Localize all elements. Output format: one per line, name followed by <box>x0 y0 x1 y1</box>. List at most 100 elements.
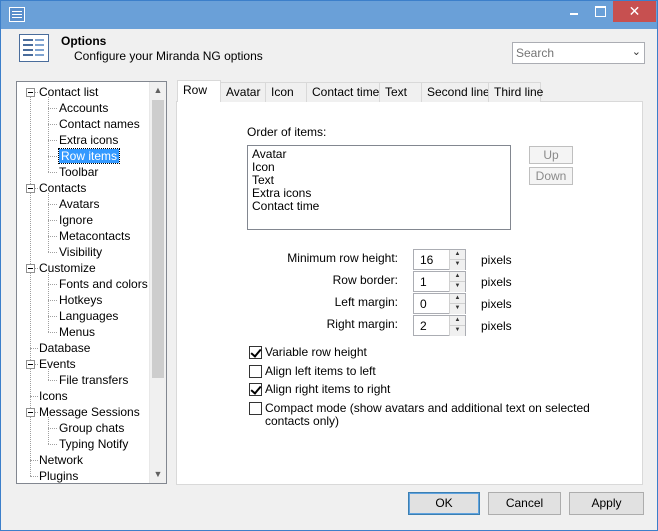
tree-item-icons[interactable]: Icons <box>39 388 68 404</box>
order-of-items-list[interactable]: Avatar Icon Text Extra icons Contact time <box>247 145 511 230</box>
tree-item-group-chats[interactable]: Group chats <box>59 420 124 436</box>
maximize-icon[interactable] <box>587 1 613 22</box>
tab-text[interactable]: Text <box>379 82 422 102</box>
close-icon[interactable]: ✕ <box>613 1 656 22</box>
spin-down-icon[interactable]: ▼ <box>449 326 465 336</box>
tree-item-menus[interactable]: Menus <box>59 324 95 340</box>
spin-value[interactable]: 1 <box>420 275 427 289</box>
minimize-icon[interactable] <box>561 1 587 22</box>
tree-item-languages[interactable]: Languages <box>59 308 118 324</box>
align-right-checkbox[interactable] <box>249 383 262 396</box>
tab-second-line[interactable]: Second line <box>421 82 490 102</box>
compact-mode-checkbox[interactable] <box>249 402 262 415</box>
checkbox-label[interactable]: Align right items to right <box>265 382 390 396</box>
tree-item-label: Network <box>39 453 84 467</box>
tab-contact-time[interactable]: Contact time <box>306 82 380 102</box>
app-icon[interactable] <box>9 7 25 22</box>
number-spinbox[interactable]: 1 ▲ ▼ <box>413 271 466 292</box>
tree-item-fonts-and-colors[interactable]: Fonts and colors <box>59 276 148 292</box>
spin-down-icon[interactable]: ▼ <box>449 282 465 292</box>
header: Options Configure your Miranda NG option… <box>1 29 657 69</box>
spin-down-icon[interactable]: ▼ <box>449 304 465 314</box>
spin-value[interactable]: 0 <box>420 297 427 311</box>
down-button[interactable]: Down <box>529 167 573 185</box>
tree-item-row-items[interactable]: Row items <box>57 148 121 164</box>
variable-row-height-checkbox[interactable] <box>249 346 262 359</box>
tab-third-line[interactable]: Third line <box>488 82 543 102</box>
tree-guide-line <box>30 476 38 477</box>
tree-item-network[interactable]: Network <box>39 452 83 468</box>
ok-button[interactable]: OK <box>408 492 480 515</box>
field-label: Row border: <box>332 273 398 287</box>
tree-guide-line <box>48 124 57 125</box>
tree-item-accounts[interactable]: Accounts <box>59 100 108 116</box>
scroll-down-icon[interactable]: ▼ <box>150 466 166 483</box>
spin-up-icon[interactable]: ▲ <box>449 250 465 260</box>
spin-up-icon[interactable]: ▲ <box>449 294 465 304</box>
tree-item-label: Avatars <box>59 197 100 211</box>
scroll-up-icon[interactable]: ▲ <box>150 82 166 99</box>
tree-item-file-transfers[interactable]: File transfers <box>59 372 128 388</box>
tree-item-contacts[interactable]: Contacts <box>39 180 86 196</box>
collapse-icon[interactable] <box>26 184 35 193</box>
tree-item-contact-names[interactable]: Contact names <box>59 116 140 132</box>
options-tree[interactable]: ▲ ▼ Contact list Accounts Contact names Ext… <box>16 81 167 484</box>
tree-scrollbar[interactable]: ▲ ▼ <box>149 82 166 483</box>
tab-icon[interactable]: Icon <box>265 82 307 102</box>
list-item[interactable]: Contact time <box>252 200 319 213</box>
tree-item-metacontacts[interactable]: Metacontacts <box>59 228 130 244</box>
tree-item-message-sessions[interactable]: Message Sessions <box>39 404 140 420</box>
apply-button[interactable]: Apply <box>569 492 644 515</box>
tree-guide-line <box>30 460 38 461</box>
number-spinbox[interactable]: 2 ▲ ▼ <box>413 315 466 336</box>
spin-value[interactable]: 2 <box>420 319 427 333</box>
title-bar[interactable]: ✕ <box>1 1 657 29</box>
tree-item-events[interactable]: Events <box>39 356 76 372</box>
tree-item-label: Menus <box>59 325 96 339</box>
spin-value[interactable]: 16 <box>420 253 433 267</box>
tree-guide-line <box>48 380 57 381</box>
tree-item-label: File transfers <box>59 373 129 387</box>
tree-item-visibility[interactable]: Visibility <box>59 244 102 260</box>
tree-item-toolbar[interactable]: Toolbar <box>59 164 98 180</box>
tab-row[interactable]: Row <box>177 80 221 102</box>
collapse-icon[interactable] <box>26 264 35 273</box>
spin-up-icon[interactable]: ▲ <box>449 316 465 326</box>
tree-item-hotkeys[interactable]: Hotkeys <box>59 292 102 308</box>
tree-item-label: Fonts and colors <box>59 277 148 291</box>
tree-guide-line <box>48 300 57 301</box>
order-of-items-label: Order of items: <box>247 125 327 139</box>
tree-guide-line <box>48 172 57 173</box>
checkbox-label[interactable]: Variable row height <box>265 345 367 359</box>
tab-avatar[interactable]: Avatar <box>220 82 266 102</box>
scroll-thumb[interactable] <box>152 100 164 378</box>
tree-item-plugins[interactable]: Plugins <box>39 468 78 483</box>
number-spinbox[interactable]: 16 ▲ ▼ <box>413 249 466 270</box>
tree-item-typing-notify[interactable]: Typing Notify <box>59 436 128 452</box>
tree-item-ignore[interactable]: Ignore <box>59 212 93 228</box>
cancel-button[interactable]: Cancel <box>488 492 561 515</box>
tree-guide-line <box>48 428 57 429</box>
checkbox-label[interactable]: Compact mode (show avatars and additiona… <box>265 401 590 415</box>
tree-guide-line <box>48 369 49 380</box>
collapse-icon[interactable] <box>26 88 35 97</box>
tree-item-label: Hotkeys <box>59 293 103 307</box>
search-combobox[interactable]: ⌄ <box>512 42 645 64</box>
checkbox-label[interactable]: contacts only) <box>265 414 339 428</box>
align-left-checkbox[interactable] <box>249 365 262 378</box>
checkbox-label[interactable]: Align left items to left <box>265 364 376 378</box>
tree-item-database[interactable]: Database <box>39 340 90 356</box>
number-spinbox[interactable]: 0 ▲ ▼ <box>413 293 466 314</box>
collapse-icon[interactable] <box>26 360 35 369</box>
chevron-down-icon[interactable]: ⌄ <box>632 45 641 58</box>
tree-item-extra-icons[interactable]: Extra icons <box>59 132 118 148</box>
up-button[interactable]: Up <box>529 146 573 164</box>
field-label: Left margin: <box>334 295 398 309</box>
tree-item-label: Message Sessions <box>39 405 140 419</box>
search-input[interactable] <box>514 44 624 62</box>
spin-up-icon[interactable]: ▲ <box>449 272 465 282</box>
tree-item-avatars[interactable]: Avatars <box>59 196 99 212</box>
collapse-icon[interactable] <box>26 408 35 417</box>
field-label: Right margin: <box>326 317 398 331</box>
spin-down-icon[interactable]: ▼ <box>449 260 465 270</box>
